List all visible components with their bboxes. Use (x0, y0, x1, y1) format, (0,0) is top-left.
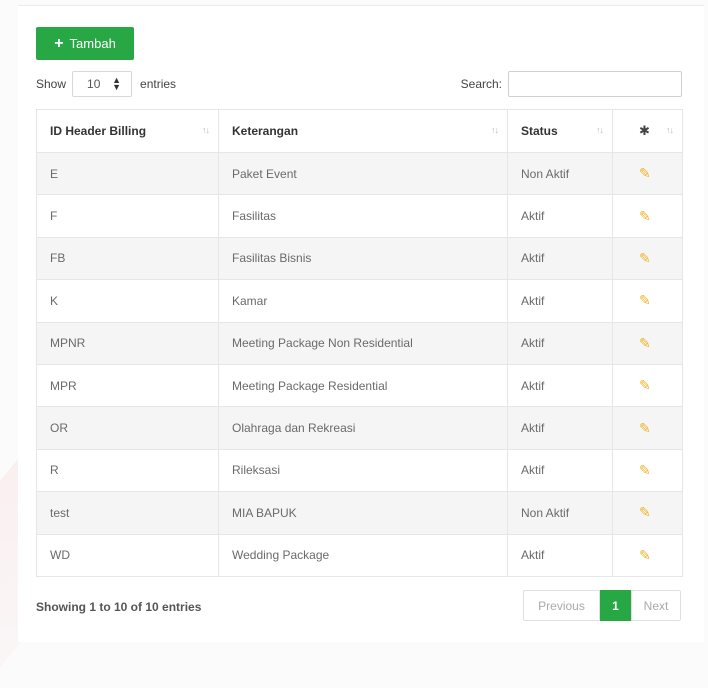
cell-id: E (36, 151, 219, 196)
cell-keterangan: Fasilitas Bisnis (218, 236, 508, 281)
cell-id: K (36, 279, 219, 323)
cell-actions: ✎ (612, 363, 683, 408)
cell-status: Aktif (507, 448, 613, 493)
table-row: R Rileksasi Aktif ✎ (36, 448, 683, 493)
edit-pencil-icon[interactable]: ✎ (639, 292, 651, 308)
cell-status: Aktif (507, 236, 613, 281)
table-row: F Fasilitas Aktif ✎ (36, 194, 683, 238)
cell-keterangan: Fasilitas (218, 194, 508, 238)
select-arrows-icon: ▲ ▼ (112, 75, 122, 92)
cell-keterangan: Wedding Package (218, 533, 508, 577)
edit-pencil-icon[interactable]: ✎ (639, 462, 651, 478)
cell-actions: ✎ (612, 406, 683, 450)
edit-pencil-icon[interactable]: ✎ (639, 547, 651, 563)
column-header-keterangan[interactable]: Keterangan ↑↓ (218, 109, 508, 153)
cell-actions: ✎ (612, 236, 683, 281)
cell-id: MPR (36, 363, 219, 408)
cell-keterangan: Meeting Package Non Residential (218, 321, 508, 365)
next-page-button[interactable]: Next (631, 590, 681, 621)
cell-status: Non Aktif (507, 151, 613, 196)
entries-select[interactable]: 10 ▲ ▼ (72, 71, 133, 97)
cell-id: FB (36, 236, 219, 281)
cell-keterangan: Meeting Package Residential (218, 363, 508, 408)
cell-actions: ✎ (612, 448, 683, 493)
table-row: OR Olahraga dan Rekreasi Aktif ✎ (36, 406, 683, 450)
cell-status: Aktif (507, 406, 613, 450)
cell-actions: ✎ (612, 194, 683, 238)
add-button-label: Tambah (69, 36, 116, 51)
cell-id: R (36, 448, 219, 493)
add-button[interactable]: + Tambah (36, 27, 134, 60)
cell-keterangan: Olahraga dan Rekreasi (218, 406, 508, 450)
search-label: Search: (460, 77, 502, 91)
pagination: Previous 1 Next (523, 590, 681, 621)
cell-actions: ✎ (612, 321, 683, 365)
cell-status: Aktif (507, 363, 613, 408)
edit-pencil-icon[interactable]: ✎ (639, 420, 651, 436)
table-row: MPR Meeting Package Residential Aktif ✎ (36, 363, 683, 408)
cell-actions: ✎ (612, 151, 683, 196)
column-header-status[interactable]: Status ↑↓ (507, 109, 613, 153)
sort-icon: ↑↓ (666, 125, 674, 135)
table-header-row: ID Header Billing ↑↓ Keterangan ↑↓ Statu… (36, 109, 683, 153)
cell-status: Non Aktif (507, 491, 613, 535)
search-control: Search: (461, 70, 682, 98)
search-input[interactable] (508, 71, 682, 97)
page-1-button[interactable]: 1 (600, 590, 631, 621)
cell-keterangan: Rileksasi (218, 448, 508, 493)
edit-pencil-icon[interactable]: ✎ (639, 165, 651, 181)
cell-status: Aktif (507, 321, 613, 365)
sort-icon: ↑↓ (491, 125, 499, 135)
table-row: K Kamar Aktif ✎ (36, 279, 683, 323)
table-row: FB Fasilitas Bisnis Aktif ✎ (36, 236, 683, 281)
edit-pencil-icon[interactable]: ✎ (639, 250, 651, 266)
previous-page-button[interactable]: Previous (523, 590, 600, 621)
edit-pencil-icon[interactable]: ✎ (639, 335, 651, 351)
entries-select-value: 10 (87, 77, 101, 91)
cell-keterangan: Kamar (218, 279, 508, 323)
show-label: Show (36, 77, 67, 91)
column-header-status-label: Status (521, 124, 558, 138)
entries-length-control: Show 10 ▲ ▼ entries (36, 70, 176, 98)
content-card: + Tambah Show 10 ▲ ▼ entries Search: ID H… (18, 5, 704, 642)
edit-pencil-icon[interactable]: ✎ (639, 504, 651, 520)
sort-icon: ↑↓ (202, 125, 210, 135)
column-header-id[interactable]: ID Header Billing ↑↓ (36, 109, 219, 153)
cell-actions: ✎ (612, 533, 683, 577)
gear-icon: ✱ (639, 123, 650, 138)
edit-pencil-icon[interactable]: ✎ (639, 377, 651, 393)
cell-actions: ✎ (612, 279, 683, 323)
cell-status: Aktif (507, 533, 613, 577)
table-info: Showing 1 to 10 of 10 entries (36, 600, 202, 614)
cell-id: OR (36, 406, 219, 450)
column-header-keterangan-label: Keterangan (232, 124, 299, 138)
cell-actions: ✎ (612, 491, 683, 535)
sort-icon: ↑↓ (596, 125, 604, 135)
cell-keterangan: Paket Event (218, 151, 508, 196)
cell-status: Aktif (507, 194, 613, 238)
cell-id: WD (36, 533, 219, 577)
table-row: MPNR Meeting Package Non Residential Akt… (36, 321, 683, 365)
table-row: E Paket Event Non Aktif ✎ (36, 151, 683, 196)
cell-keterangan: MIA BAPUK (218, 491, 508, 535)
cell-status: Aktif (507, 279, 613, 323)
column-header-id-label: ID Header Billing (50, 124, 147, 138)
cell-id: MPNR (36, 321, 219, 365)
column-header-actions[interactable]: ✱ ↑↓ (612, 109, 683, 153)
billing-table: ID Header Billing ↑↓ Keterangan ↑↓ Statu… (36, 109, 683, 577)
cell-id: F (36, 194, 219, 238)
plus-icon: + (54, 34, 64, 52)
table-row: test MIA BAPUK Non Aktif ✎ (36, 491, 683, 535)
entries-label: entries (140, 77, 177, 91)
table-row: WD Wedding Package Aktif ✎ (36, 533, 683, 577)
edit-pencil-icon[interactable]: ✎ (639, 208, 651, 224)
cell-id: test (36, 491, 219, 535)
